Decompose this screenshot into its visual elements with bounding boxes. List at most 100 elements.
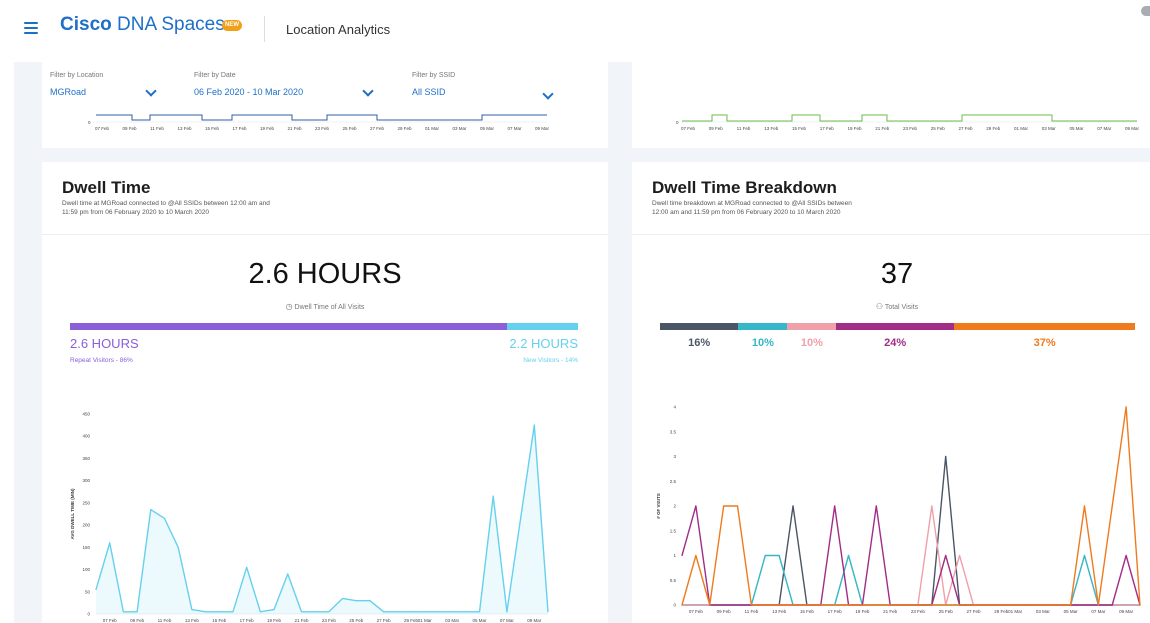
dwell-breakdown-title: Dwell Time Breakdown <box>652 178 837 197</box>
total-visits-caption: ⚇ Total Visits <box>632 302 1150 311</box>
mini-tick-label: 03 Mar <box>1042 126 1057 131</box>
x-tick-label: 09 Mar <box>1119 609 1134 614</box>
y-tick-label: 2 <box>673 504 676 509</box>
filter-ssid-value[interactable]: All SSID <box>412 87 455 97</box>
x-tick-label: 27 Feb <box>966 609 981 614</box>
data-point <box>246 566 248 568</box>
mini-tick-label: 07 Mar <box>1097 126 1112 131</box>
x-tick-label: 07 Mar <box>1091 609 1106 614</box>
data-point <box>437 611 440 613</box>
mini-tick-label: 01 Mar <box>425 126 440 131</box>
breakdown-segment <box>738 323 788 330</box>
filter-ssid[interactable]: Filter by SSID All SSID <box>412 72 455 97</box>
x-tick-label: 13 Feb <box>772 609 787 614</box>
data-point <box>396 611 398 613</box>
new-visitors-label: New Visitors - 14% <box>523 357 578 364</box>
x-tick-label: 25 Feb <box>349 618 364 623</box>
x-tick-label: 09 Feb <box>130 618 145 623</box>
mini-trend-right: 0 07 Feb 09 Feb 11 Feb 13 Feb 15 Feb 17 Feb 19… <box>676 114 1139 131</box>
clock-icon: ◷ <box>285 302 293 311</box>
filter-location[interactable]: Filter by Location MGRoad <box>50 72 103 97</box>
mini-axis-zero: 0 <box>88 120 91 125</box>
x-tick-label: 07 Feb <box>689 609 704 614</box>
series-line <box>681 505 1141 606</box>
chevron-down-icon[interactable] <box>362 85 374 97</box>
data-point <box>163 517 166 520</box>
x-tick-label: 27 Feb <box>377 618 392 623</box>
data-point <box>1042 604 1044 606</box>
data-point <box>1125 554 1127 557</box>
data-point <box>424 611 426 613</box>
x-tick-label: 05 Mar <box>1064 609 1079 614</box>
data-point <box>1139 604 1141 606</box>
profile-icon[interactable] <box>1141 6 1150 16</box>
mini-trend-left: 0 07 Feb 09 Feb 11 Feb 13 Feb 15 Feb 17 Feb 19… <box>88 114 550 131</box>
mini-tick-label: 15 Feb <box>205 126 220 131</box>
mini-tick-label: 07 Feb <box>95 126 110 131</box>
data-point <box>1028 604 1030 606</box>
chevron-down-icon[interactable] <box>145 85 157 97</box>
data-point <box>218 611 220 613</box>
data-point <box>695 505 697 507</box>
x-tick-label: 19 Feb <box>267 618 282 623</box>
data-point <box>736 604 739 606</box>
data-point <box>1097 604 1099 606</box>
breakdown-segment <box>954 323 1136 330</box>
x-tick-label: 19 Feb <box>855 609 870 614</box>
filter-ssid-label: Filter by SSID <box>412 72 456 79</box>
chevron-down-icon[interactable] <box>542 88 554 100</box>
y-tick-label: 150 <box>82 545 90 550</box>
dwell-time-subtitle-line1: Dwell time at MGRoad connected to @All S… <box>62 200 270 207</box>
filter-date[interactable]: Filter by Date 06 Feb 2020 - 10 Mar 2020 <box>194 72 303 97</box>
data-point <box>314 611 316 613</box>
hamburger-menu-icon[interactable] <box>24 22 38 34</box>
data-point <box>465 611 467 613</box>
breakdown-segment <box>836 323 954 330</box>
dwell-time-chart: AVG DWELL TIME (MIN) 0 50 100 150 200 250 300 35… <box>70 412 549 623</box>
data-point <box>945 455 947 458</box>
data-point <box>764 604 766 606</box>
filter-date-value[interactable]: 06 Feb 2020 - 10 Mar 2020 <box>194 87 303 97</box>
mini-tick-label: 09 Feb <box>709 126 724 131</box>
breakdown-percent-label: 37% <box>1033 337 1056 349</box>
x-tick-label: 05 Mar <box>473 618 488 623</box>
y-tick-label: 0 <box>673 603 676 608</box>
data-point <box>847 604 850 606</box>
mini-tick-label: 07 Feb <box>681 126 696 131</box>
data-point <box>736 505 739 507</box>
data-point <box>122 611 124 613</box>
card-divider <box>42 234 608 235</box>
breakdown-segment <box>787 323 837 330</box>
filter-location-label: Filter by Location <box>50 72 104 79</box>
filter-location-value[interactable]: MGRoad <box>50 87 103 97</box>
mini-ticks-left: 07 Feb 09 Feb 11 Feb 13 Feb 15 Feb 17 Feb 19 F… <box>95 126 550 131</box>
repeat-visitors-label: Repeat Visitors - 86% <box>70 357 133 364</box>
mini-tick-label: 09 Mar <box>535 126 550 131</box>
y-tick-label: 1 <box>673 553 676 558</box>
y-tick-label: 1.5 <box>670 528 677 533</box>
mini-tick-label: 13 Feb <box>177 126 192 131</box>
data-point <box>341 597 344 600</box>
dwell-breakdown-subtitle: Dwell time breakdown at MGRoad connected… <box>652 199 852 217</box>
data-point <box>1000 604 1002 606</box>
data-point <box>792 604 794 606</box>
data-point <box>492 495 494 497</box>
data-point <box>709 604 711 606</box>
users-icon: ⚇ <box>875 302 883 311</box>
mini-tick-label: 25 Feb <box>342 126 357 131</box>
data-point <box>986 604 988 606</box>
data-point <box>287 573 289 575</box>
y-tick-label: 3 <box>673 454 676 459</box>
breakdown-percent-label: 16% <box>688 337 711 349</box>
brand-logo[interactable]: Cisco DNA Spaces <box>60 14 225 36</box>
y-tick-label: 300 <box>82 478 90 483</box>
x-tick-label: 15 Feb <box>800 609 815 614</box>
y-tick-label: 50 <box>85 589 91 594</box>
data-point <box>681 604 683 606</box>
data-point <box>750 604 752 606</box>
y-axis-label: AVG DWELL TIME (MIN) <box>70 488 75 540</box>
series-line <box>681 406 1141 606</box>
data-point <box>1014 604 1016 606</box>
mini-tick-label: 05 Mar <box>480 126 495 131</box>
data-point <box>875 505 877 507</box>
